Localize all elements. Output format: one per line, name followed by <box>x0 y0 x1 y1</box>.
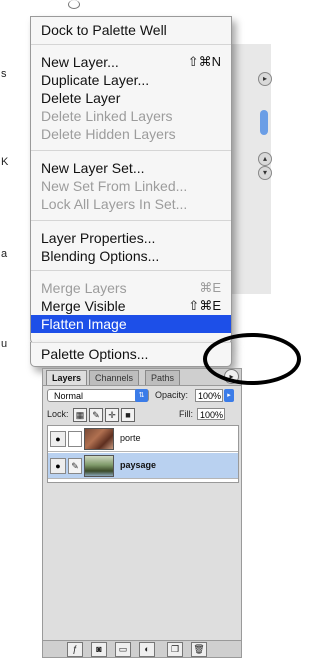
menu-item-label: Blending Options... <box>41 248 160 264</box>
menu-separator <box>31 150 231 151</box>
menu-item-merge-layers: Merge Layers ⌘E <box>31 279 231 297</box>
menu-separator <box>31 220 231 221</box>
tab-layers[interactable]: Layers <box>46 370 88 385</box>
menu-item-label: New Layer... <box>41 54 119 70</box>
layers-palette: Layers Channels Paths ▸ Normal ⇅ Opacity… <box>42 368 242 658</box>
layer-row[interactable]: ● ✎ paysage <box>48 453 238 479</box>
adjustment-layer-icon[interactable]: ◐ <box>139 642 155 657</box>
layers-list: ● porte ● ✎ paysage <box>47 425 239 483</box>
select-arrows-icon: ⇅ <box>135 389 148 402</box>
layer-style-icon[interactable]: ƒ <box>67 642 83 657</box>
blend-opacity-row: Normal ⇅ Opacity: 100% ▸ <box>43 387 241 405</box>
menu-item-label: Layer Properties... <box>41 230 156 246</box>
menu-shortcut: ⇧⌘E <box>188 298 221 313</box>
menu-separator <box>31 270 231 271</box>
menu-item-delete-linked-layers: Delete Linked Layers <box>31 107 231 125</box>
add-mask-icon[interactable]: ◙ <box>91 642 107 657</box>
blend-mode-value: Normal <box>54 391 84 401</box>
brush-icon[interactable]: ✎ <box>68 458 82 474</box>
tab-paths[interactable]: Paths <box>145 370 181 385</box>
lock-position-icon[interactable]: ✛ <box>105 408 119 422</box>
menu-item-new-layer[interactable]: New Layer... ⇧⌘N <box>31 53 231 71</box>
search-glyph-fragment <box>68 0 80 9</box>
layer-row[interactable]: ● porte <box>48 426 238 452</box>
menu-separator <box>31 44 231 45</box>
menu-item-label: New Layer Set... <box>41 160 145 176</box>
layer-thumbnail <box>84 455 114 477</box>
layers-palette-menu: Dock to Palette Well New Layer... ⇧⌘N Dup… <box>30 16 232 344</box>
scroll-down-icon[interactable]: ▾ <box>258 166 272 180</box>
background-text-fragment: s <box>1 68 7 80</box>
background-text-fragment: a <box>1 248 8 260</box>
menu-item-label: Dock to Palette Well <box>41 22 167 38</box>
tab-channels[interactable]: Channels <box>89 370 140 385</box>
menu-item-layer-properties[interactable]: Layer Properties... <box>31 229 231 247</box>
menu-item-label: Merge Visible <box>41 298 126 314</box>
menu-item-delete-hidden-layers: Delete Hidden Layers <box>31 125 231 143</box>
menu-shortcut: ⌘E <box>199 280 221 295</box>
annotation-circle <box>203 333 301 385</box>
menu-item-label: New Set From Linked... <box>41 178 188 194</box>
menu-item-duplicate-layer[interactable]: Duplicate Layer... <box>31 71 231 89</box>
layer-name: paysage <box>120 460 157 470</box>
menu-item-label: Delete Linked Layers <box>41 108 173 124</box>
opacity-field[interactable]: 100% <box>195 389 223 402</box>
menu-item-label: Palette Options... <box>41 346 149 362</box>
menu-item-new-layer-set[interactable]: New Layer Set... <box>31 159 231 177</box>
layers-palette-menu-tail: Palette Options... <box>30 342 232 367</box>
palette-menu-arrow-icon[interactable]: ▸ <box>258 72 272 86</box>
menu-item-flatten-image[interactable]: Flatten Image <box>31 315 231 333</box>
trash-icon[interactable]: 🗑 <box>191 642 207 657</box>
menu-item-label: Duplicate Layer... <box>41 72 150 88</box>
lock-transparency-icon[interactable]: ▦ <box>73 408 87 422</box>
eye-icon[interactable]: ● <box>50 431 66 447</box>
background-text-fragment: K <box>1 156 9 168</box>
menu-item-label: Delete Layer <box>41 90 121 106</box>
scroll-up-icon[interactable]: ▴ <box>258 152 272 166</box>
scrollbar-thumb[interactable] <box>260 110 268 135</box>
menu-item-merge-visible[interactable]: Merge Visible ⇧⌘E <box>31 297 231 315</box>
menu-item-label: Merge Layers <box>41 280 127 296</box>
menu-separator <box>31 342 231 343</box>
lock-fill-row: Lock: ▦ ✎ ✛ ■ Fill: 100% <box>43 407 241 423</box>
lock-image-icon[interactable]: ✎ <box>89 408 103 422</box>
lock-label: Lock: <box>47 409 69 419</box>
new-set-icon[interactable]: ▭ <box>115 642 131 657</box>
menu-item-delete-layer[interactable]: Delete Layer <box>31 89 231 107</box>
menu-item-lock-all-layers-in-set: Lock All Layers In Set... <box>31 195 231 213</box>
palette-bottom-bar: ƒ ◙ ▭ ◐ ❐ 🗑 <box>43 640 241 657</box>
menu-item-blending-options[interactable]: Blending Options... <box>31 247 231 265</box>
blend-mode-select[interactable]: Normal ⇅ <box>47 389 149 402</box>
eye-icon[interactable]: ● <box>50 458 66 474</box>
menu-item-new-set-from-linked: New Set From Linked... <box>31 177 231 195</box>
layer-name: porte <box>120 433 141 443</box>
link-slot-icon[interactable] <box>68 431 82 447</box>
menu-item-palette-options[interactable]: Palette Options... <box>31 345 231 363</box>
menu-shortcut: ⇧⌘N <box>187 54 221 69</box>
menu-item-label: Delete Hidden Layers <box>41 126 176 142</box>
fill-label: Fill: <box>179 409 193 419</box>
lock-all-icon[interactable]: ■ <box>121 408 135 422</box>
menu-item-label: Lock All Layers In Set... <box>41 196 188 212</box>
menu-item-dock-to-palette-well[interactable]: Dock to Palette Well <box>31 21 231 39</box>
opacity-slider-arrow-icon[interactable]: ▸ <box>224 389 234 402</box>
opacity-label: Opacity: <box>155 390 189 400</box>
menu-item-label: Flatten Image <box>41 316 127 332</box>
layer-thumbnail <box>84 428 114 450</box>
fill-field[interactable]: 100% <box>197 408 225 420</box>
new-layer-icon[interactable]: ❐ <box>167 642 183 657</box>
background-text-fragment: u <box>1 338 8 350</box>
